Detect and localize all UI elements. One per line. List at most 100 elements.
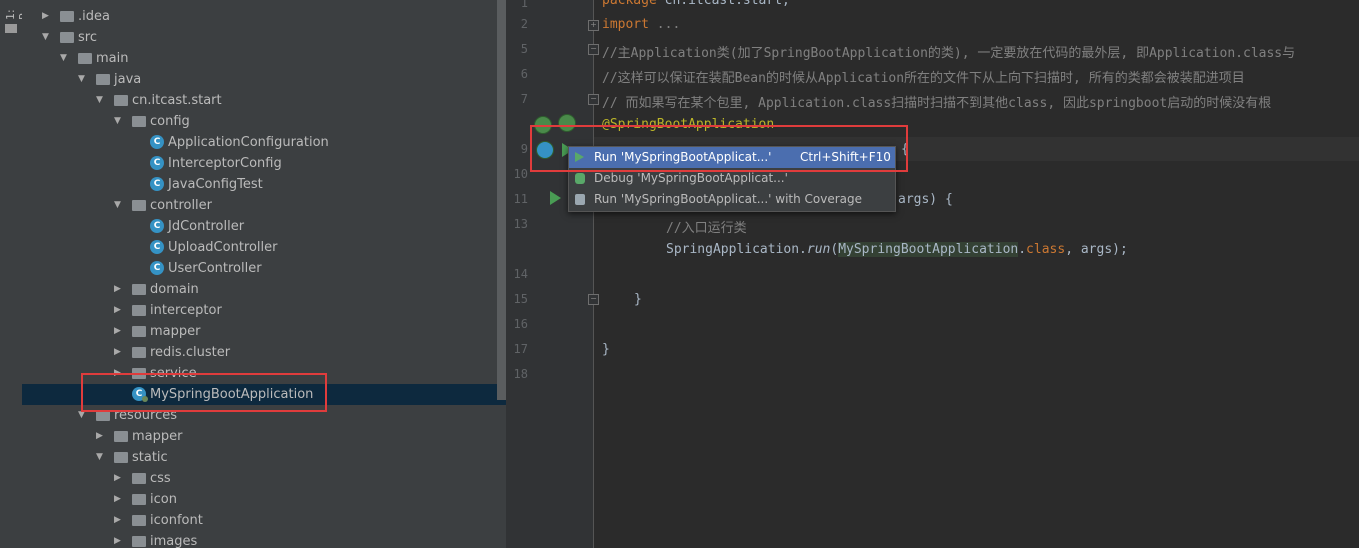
tree-item[interactable]: ▶ css: [22, 468, 506, 489]
expand-arrow-icon[interactable]: ▶: [114, 468, 126, 489]
tree-item-label: redis.cluster: [150, 345, 231, 360]
tree-item-label: JdController: [168, 219, 245, 234]
expand-arrow-icon[interactable]: ▶: [114, 531, 126, 548]
line-number: 1: [520, 0, 528, 10]
line-number: 16: [513, 317, 528, 331]
coverage-menu-label: Run 'MySpringBootApplicat...' with Cover…: [594, 192, 863, 206]
tree-item-label: main: [96, 51, 129, 66]
tree-item-label: interceptor: [150, 303, 222, 318]
collapse-arrow-icon[interactable]: ▼: [60, 48, 72, 69]
tree-item[interactable]: ▼ controller: [22, 195, 506, 216]
expand-arrow-icon[interactable]: ▶: [114, 489, 126, 510]
tree-item-label: UploadController: [168, 240, 278, 255]
folder-icon: [60, 11, 74, 22]
tree-item[interactable]: ▼ main: [22, 48, 506, 69]
tree-item[interactable]: ▼ java: [22, 69, 506, 90]
tree-item[interactable]: C InterceptorConfig: [22, 153, 506, 174]
tree-item[interactable]: ▶ mapper: [22, 426, 506, 447]
tree-item-label: images: [150, 534, 198, 548]
tree-item[interactable]: ▶ interceptor: [22, 300, 506, 321]
collapse-arrow-icon[interactable]: ▼: [42, 27, 54, 48]
tree-item[interactable]: ▼ static: [22, 447, 506, 468]
closing-brace: }: [602, 342, 610, 357]
fold-collapse-icon[interactable]: −: [588, 294, 599, 305]
tree-item[interactable]: C UploadController: [22, 237, 506, 258]
expand-arrow-icon[interactable]: ▶: [114, 342, 126, 363]
tree-item-label: css: [150, 471, 171, 486]
code-comment-line: //这样可以保证在装配Bean的时候从Application所在的文件下从上向下…: [602, 71, 1245, 86]
collapse-arrow-icon[interactable]: ▼: [96, 90, 108, 111]
tree-item-label: static: [132, 450, 168, 465]
folder-icon: [114, 452, 128, 463]
tree-item[interactable]: ▶ redis.cluster: [22, 342, 506, 363]
code-line-1: package cn.itcast.start;: [602, 0, 790, 8]
project-tool-tab[interactable]: 1: P: [4, 0, 30, 20]
code-editor[interactable]: 1 2 5 6 7 9 10 11 13 14 15 16 17 18 + − …: [506, 0, 1359, 548]
expand-arrow-icon[interactable]: ▶: [114, 321, 126, 342]
tree-item[interactable]: ▼ cn.itcast.start: [22, 90, 506, 111]
debug-icon: [575, 173, 585, 184]
tree-item[interactable]: ▶ icon: [22, 489, 506, 510]
closing-brace: }: [634, 292, 642, 307]
package-icon: [132, 326, 146, 337]
fold-collapse-icon[interactable]: −: [588, 44, 599, 55]
collapse-arrow-icon[interactable]: ▼: [96, 447, 108, 468]
line-number: 15: [513, 292, 528, 306]
project-tree[interactable]: ▶ .idea ▼ src ▼ main ▼ java ▼ cn.itcast.start ▼ con…: [22, 0, 506, 548]
expand-arrow-icon[interactable]: ▶: [114, 510, 126, 531]
tree-item-label: config: [150, 114, 190, 129]
tree-item[interactable]: C UserController: [22, 258, 506, 279]
expand-arrow-icon[interactable]: ▶: [96, 426, 108, 447]
tree-scrollbar[interactable]: [497, 0, 506, 400]
tree-item[interactable]: ▶ domain: [22, 279, 506, 300]
expand-arrow-icon[interactable]: ▶: [114, 279, 126, 300]
coverage-icon: [575, 194, 585, 205]
expand-arrow-icon[interactable]: ▶: [114, 300, 126, 321]
line-number: 7: [520, 92, 528, 106]
collapse-arrow-icon[interactable]: ▼: [78, 69, 90, 90]
tree-item-label: cn.itcast.start: [132, 93, 222, 108]
folder-icon: [132, 473, 146, 484]
tree-item-label: domain: [150, 282, 199, 297]
class-icon: C: [150, 177, 164, 191]
highlight-box: [530, 125, 908, 172]
expand-arrow-icon[interactable]: ▶: [42, 6, 54, 27]
tree-item-label: mapper: [150, 324, 201, 339]
package-icon: [132, 347, 146, 358]
line-number: 14: [513, 267, 528, 281]
tree-item[interactable]: ▶ images: [22, 531, 506, 548]
fold-expand-icon[interactable]: +: [588, 20, 599, 31]
tree-item[interactable]: C ApplicationConfiguration: [22, 132, 506, 153]
tree-item[interactable]: ▶ mapper: [22, 321, 506, 342]
folder-icon: [60, 32, 74, 43]
highlight-box: [81, 373, 327, 412]
tree-item-label: iconfont: [150, 513, 203, 528]
line-number: 10: [513, 167, 528, 181]
collapse-arrow-icon[interactable]: ▼: [114, 111, 126, 132]
coverage-menu-item[interactable]: Run 'MySpringBootApplicat...' with Cover…: [569, 189, 895, 210]
code-line-13: SpringApplication.run(MySpringBootApplic…: [666, 242, 1128, 257]
tree-item[interactable]: C JdController: [22, 216, 506, 237]
line-number: 17: [513, 342, 528, 356]
line-number: 5: [520, 42, 528, 56]
folder-icon: [78, 53, 92, 64]
class-icon: C: [150, 156, 164, 170]
tree-item[interactable]: ▶ .idea: [22, 6, 506, 27]
code-comment-line: //主Application类(加了SpringBootApplication的…: [602, 46, 1296, 61]
fold-collapse-icon[interactable]: −: [588, 94, 599, 105]
tree-item[interactable]: ▼ src: [22, 27, 506, 48]
package-icon: [132, 200, 146, 211]
collapse-arrow-icon[interactable]: ▼: [114, 195, 126, 216]
line-number: 6: [520, 67, 528, 81]
folder-icon: [5, 24, 17, 33]
folder-icon: [114, 431, 128, 442]
run-main-icon[interactable]: [550, 191, 561, 205]
tree-item[interactable]: C JavaConfigTest: [22, 174, 506, 195]
package-icon: [114, 95, 128, 106]
package-icon: [132, 305, 146, 316]
tree-item[interactable]: ▼ config: [22, 111, 506, 132]
class-icon: C: [150, 219, 164, 233]
line-number: 11: [513, 192, 528, 206]
code-comment-line: // 而如果写在某个包里, Application.class扫描时扫描不到其他…: [602, 96, 1272, 111]
tree-item[interactable]: ▶ iconfont: [22, 510, 506, 531]
